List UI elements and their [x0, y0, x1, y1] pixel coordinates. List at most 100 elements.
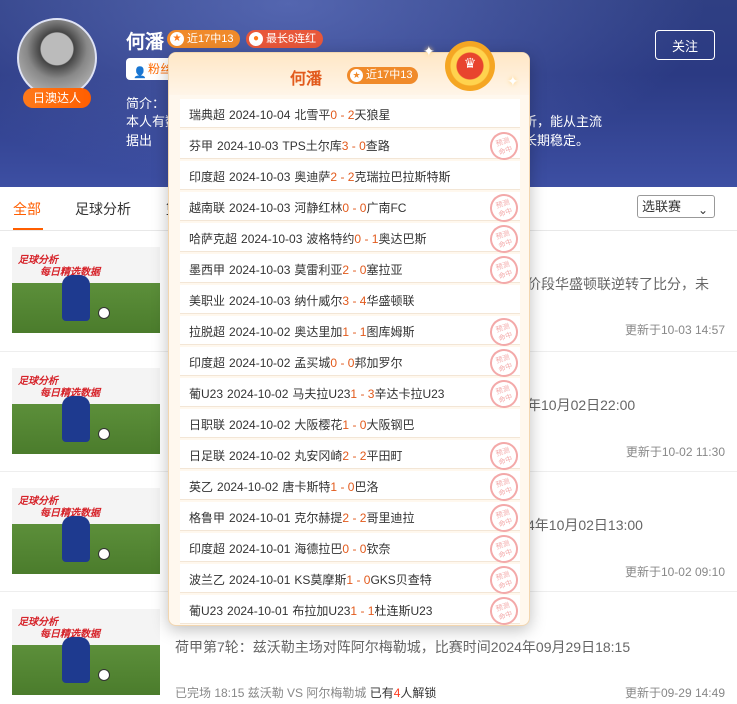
recent-record-tag: ★ 近17中13 [167, 30, 241, 48]
intro-text-right: 析，能从主流 长期稳定。 [524, 112, 602, 150]
match-text: 哈萨克超 2024-10-03 波格特约0 - 1奥达巴斯 [189, 230, 426, 247]
intro-line-2: 长期稳定。 [524, 133, 590, 148]
match-date: 2024-10-03 [229, 263, 291, 277]
match-home: 莫雷利亚 [294, 263, 343, 277]
active-tab-indicator [13, 228, 43, 230]
match-row[interactable]: 印度超 2024-10-02 孟买城0 - 0邦加罗尔 预测 命中 [180, 345, 522, 381]
match-row[interactable]: 葡U23 2024-10-02 马夫拉U231 - 3辛达卡拉U23 预测 命中 [180, 376, 522, 412]
medal-icon: ♛ [445, 41, 495, 91]
match-league: 印度超 [189, 356, 226, 370]
match-as: 0 [359, 139, 366, 153]
flame-icon: ● [249, 32, 263, 46]
match-sep: - [361, 232, 372, 246]
match-sep: - [349, 201, 360, 215]
league-select[interactable]: 选联赛 ⌄ [637, 195, 715, 218]
match-row[interactable]: 瑞典超 2024-10-04 北雪平0 - 2天狼星 [180, 99, 520, 128]
user-icon: 👤 [133, 67, 147, 79]
match-row[interactable]: 日职联 2024-10-02 大阪樱花1 - 0大阪钢巴 [180, 409, 520, 438]
hit-stamp-icon: 预测 命中 [486, 221, 522, 257]
match-league: 波兰乙 [189, 573, 226, 587]
hit-stamp-icon: 预测 命中 [486, 531, 522, 567]
hit-stamp-icon: 预测 命中 [486, 500, 522, 536]
match-text: 印度超 2024-10-03 奥迪萨2 - 2克瑞拉巴拉斯特斯 [189, 168, 450, 185]
article-title[interactable]: 价段华盛顿联逆转了比分，未 [527, 274, 709, 294]
match-home: 马夫拉U23 [292, 387, 351, 401]
match-text: 格鲁甲 2024-10-01 克尔赫提2 - 2哥里迪拉 [189, 509, 414, 526]
match-away: 广南FC [366, 201, 407, 215]
match-text: 葡U23 2024-10-02 马夫拉U231 - 3辛达卡拉U23 [189, 385, 444, 402]
league-select-value: 选联赛 [642, 199, 682, 214]
article-thumbnail[interactable]: 足球分析 每日精选数据 [12, 609, 160, 695]
match-row[interactable]: 葡U23 2024-10-01 布拉加U231 - 1杜连斯U23 预测 命中 [180, 593, 522, 629]
match-home: 孟买城 [294, 356, 331, 370]
unlock-suffix: 人解锁 [400, 686, 437, 700]
fans-box: 👤 粉丝 [126, 58, 174, 80]
match-row[interactable]: 墨西甲 2024-10-03 莫雷利亚2 - 0塞拉亚 预测 命中 [180, 252, 522, 288]
article-update-time: 更新于10-02 09:10 [624, 565, 725, 579]
article-thumbnail[interactable]: 足球分析 每日精选数据 [12, 247, 160, 333]
match-text: 葡U23 2024-10-01 布拉加U231 - 1杜连斯U23 [189, 602, 432, 619]
record-popup: 何潘 ★ 近17中13 ♛ ✦ ✦ 瑞典超 2024-10-04 北雪平0 - 2天… [168, 41, 530, 629]
player-figure [62, 637, 90, 683]
match-league: 印度超 [189, 170, 226, 184]
match-row[interactable]: 哈萨克超 2024-10-03 波格特约0 - 1奥达巴斯 预测 命中 [180, 221, 522, 257]
match-home: 奥达里加 [294, 325, 343, 339]
match-row[interactable]: 格鲁甲 2024-10-01 克尔赫提2 - 2哥里迪拉 预测 命中 [180, 500, 522, 536]
match-league: 英乙 [189, 480, 214, 494]
match-date: 2024-10-04 [229, 108, 291, 122]
match-home: 奥迪萨 [294, 170, 331, 184]
article-thumbnail[interactable]: 足球分析 每日精选数据 [12, 368, 160, 454]
hit-stamp-icon: 预测 命中 [486, 376, 522, 412]
popup-record-tag: ★ 近17中13 [347, 67, 419, 84]
match-text: 墨西甲 2024-10-03 莫雷利亚2 - 0塞拉亚 [189, 261, 402, 278]
match-league: 日职联 [189, 418, 226, 432]
match-sep: - [337, 356, 348, 370]
match-home: 克尔赫提 [294, 511, 343, 525]
match-away: 查路 [365, 139, 390, 153]
match-text: 波兰乙 2024-10-01 KS莫摩斯1 - 0GKS贝查特 [189, 571, 432, 588]
article-title[interactable]: 年10月02日22:00 [527, 395, 635, 415]
match-row[interactable]: 拉脱超 2024-10-02 奥达里加1 - 1图库姆斯 预测 命中 [180, 314, 522, 350]
article-thumbnail[interactable]: 足球分析 每日精选数据 [12, 488, 160, 574]
match-away: 辛达卡拉U23 [374, 387, 445, 401]
hit-stamp-icon: 预测 命中 [486, 128, 522, 164]
match-row[interactable]: 日足联 2024-10-02 丸安冈崎2 - 2平田町 预测 命中 [180, 438, 522, 474]
match-row[interactable]: 英乙 2024-10-02 唐卡斯特1 - 0巴洛 预测 命中 [180, 469, 522, 505]
tab-all[interactable]: 全部 [13, 199, 41, 219]
match-league: 葡U23 [189, 387, 224, 401]
match-row[interactable]: 印度超 2024-10-03 奥迪萨2 - 2克瑞拉巴拉斯特斯 [180, 161, 520, 190]
tab-football-analysis[interactable]: 足球分析 [75, 199, 131, 219]
match-list: 瑞典超 2024-10-04 北雪平0 - 2天狼星 芬甲 2024-10-03 TPS土… [180, 99, 522, 629]
match-row[interactable]: 芬甲 2024-10-03 TPS土尔库3 - 0查路 预测 命中 [180, 128, 522, 164]
popup-name: 何潘 [290, 71, 323, 88]
match-text: 日职联 2024-10-02 大阪樱花1 - 0大阪钢巴 [189, 416, 414, 433]
match-text: 印度超 2024-10-02 孟买城0 - 0邦加罗尔 [189, 354, 402, 371]
match-away: 奥达巴斯 [378, 232, 427, 246]
match-league: 日足联 [189, 449, 226, 463]
football-icon [98, 428, 110, 440]
match-home: 丸安冈崎 [294, 449, 343, 463]
match-text: 拉脱超 2024-10-02 奥达里加1 - 1图库姆斯 [189, 323, 414, 340]
streak-tag: ● 最长8连红 [246, 30, 324, 48]
match-sep: - [337, 480, 348, 494]
match-home: KS莫摩斯 [294, 573, 347, 587]
match-row[interactable]: 波兰乙 2024-10-01 KS莫摩斯1 - 0GKS贝查特 预测 命中 [180, 562, 522, 598]
crown-icon: ★ [350, 69, 363, 82]
match-away: 大阪钢巴 [366, 418, 415, 432]
hit-stamp-icon: 预测 命中 [486, 469, 522, 505]
sparkle-icon: ✦ [507, 73, 519, 89]
match-text: 日足联 2024-10-02 丸安冈崎2 - 2平田町 [189, 447, 402, 464]
match-date: 2024-10-01 [227, 604, 289, 618]
match-row[interactable]: 越南联 2024-10-03 河静红林0 - 0广南FC 预测 命中 [180, 190, 522, 226]
avatar[interactable] [17, 18, 97, 98]
follow-button[interactable]: 关注 [655, 30, 715, 60]
match-date: 2024-10-02 [229, 325, 291, 339]
article-title[interactable]: 荷甲第7轮：兹沃勒主场对阵阿尔梅勒城，比赛时间2024年09月29日18:15 [175, 637, 630, 657]
match-league: 美职业 [189, 294, 226, 308]
star-icon: ♛ [463, 55, 477, 71]
match-row[interactable]: 印度超 2024-10-01 海德拉巴0 - 0钦奈 预测 命中 [180, 531, 522, 567]
match-row[interactable]: 美职业 2024-10-03 纳什威尔3 - 4华盛顿联 [180, 285, 520, 314]
expert-badge: 日澳达人 [23, 88, 91, 108]
article-title[interactable]: 4年10月02日13:00 [527, 515, 643, 535]
sparkle-icon: ✦ [423, 43, 435, 59]
